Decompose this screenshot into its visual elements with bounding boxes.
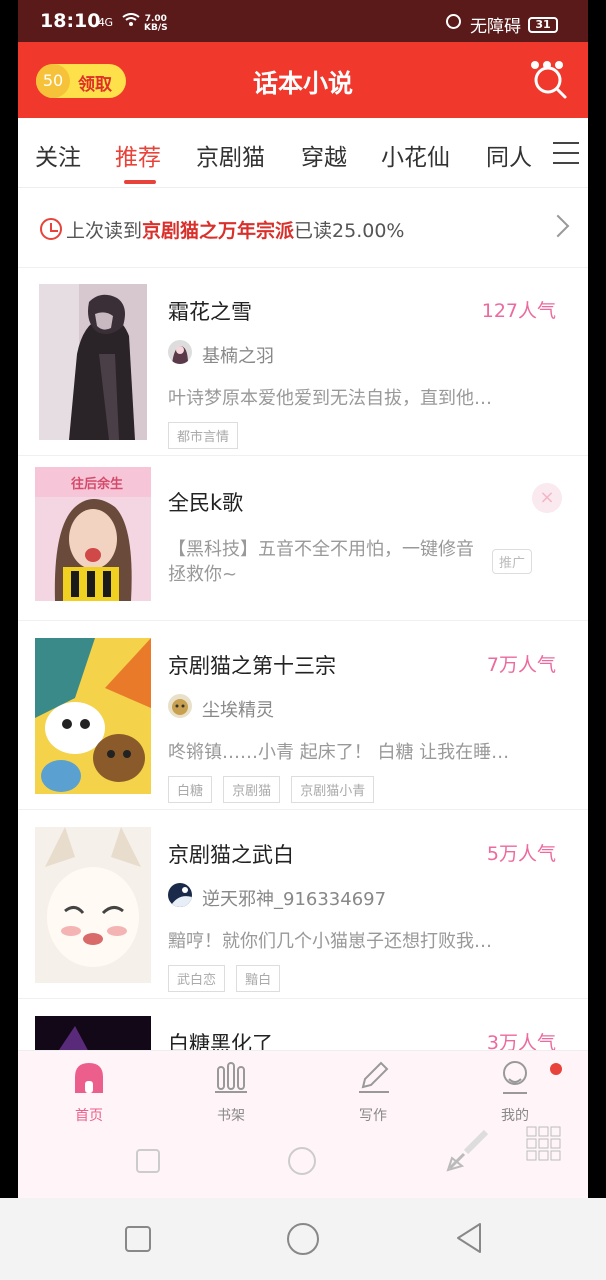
- app-header: 50 领取 话本小说: [18, 42, 588, 118]
- overlay-controls: [18, 1114, 588, 1198]
- list-item[interactable]: 霜花之雪 127人气 基楠之羽 叶诗梦原本爱他爱到无法自拔，直到他… 都市言情: [18, 268, 588, 456]
- close-icon[interactable]: ×: [532, 483, 562, 513]
- book-cover-image: [35, 638, 151, 794]
- tag-list: 武白恋 黯白: [168, 965, 286, 992]
- sponsored-badge: 推广: [492, 549, 533, 574]
- popularity-count: 127人气: [481, 300, 556, 322]
- tab-jingjumao[interactable]: 京剧猫: [196, 138, 265, 172]
- grid-icon[interactable]: [526, 1126, 562, 1162]
- page-title: 话本小说: [252, 69, 353, 98]
- search-button[interactable]: [527, 54, 573, 100]
- accessibility-label: 无障碍: [470, 17, 521, 37]
- square-icon[interactable]: [135, 1148, 161, 1174]
- ad-title: 全民k歌: [168, 491, 244, 515]
- rotation-lock-icon: [446, 14, 461, 29]
- author-name: 逆天邪神_916334697: [202, 889, 387, 910]
- tag-list: 都市言情: [168, 422, 244, 449]
- avatar: [168, 340, 192, 364]
- active-tab-indicator: [124, 180, 156, 184]
- popularity-count: 5万人气: [486, 843, 556, 865]
- menu-icon[interactable]: [553, 142, 579, 164]
- system-navigation-bar: [0, 1198, 606, 1280]
- author-name: 基楠之羽: [202, 346, 274, 367]
- list-item[interactable]: 京剧猫之武白 5万人气 逆天邪神_916334697 黯哼！就你们几个小猫崽子还…: [18, 811, 588, 999]
- tag[interactable]: 京剧猫小青: [291, 776, 375, 803]
- last-read-prefix: 上次读到: [66, 220, 143, 242]
- book-description: 黯哼！就你们几个小猫崽子还想打败我…: [168, 931, 492, 952]
- home-icon: [75, 1063, 103, 1093]
- magic-wand-icon[interactable]: [444, 1124, 494, 1174]
- pencil-icon: [359, 1061, 389, 1093]
- network-speed: 7.00 KB/S: [144, 15, 168, 33]
- speed-unit: KB/S: [144, 23, 168, 33]
- ad-cover-caption: 往后余生: [71, 477, 124, 492]
- tag-list: 白糖 京剧猫 京剧猫小青: [168, 776, 380, 803]
- notification-dot: [550, 1063, 562, 1075]
- tab-fanfic[interactable]: 同人: [486, 138, 532, 172]
- last-read-text: 上次读到京剧猫之万年宗派已读25.00%: [66, 216, 404, 243]
- search-icon: [534, 66, 567, 99]
- status-time: 18:10: [40, 10, 101, 32]
- network-indicator: 4G: [98, 16, 113, 29]
- clock-icon: [40, 218, 62, 240]
- home-circle-icon[interactable]: [286, 1222, 320, 1256]
- ad-item[interactable]: 往后余生 全民k歌 × 【黑科技】五音不全不用怕，一键修音拯救你~ 推广: [18, 457, 588, 621]
- book-description: 叶诗梦原本爱他爱到无法自拔，直到他…: [168, 388, 492, 409]
- book-title: 京剧猫之武白: [168, 843, 294, 867]
- last-read-banner[interactable]: 上次读到京剧猫之万年宗派已读25.00%: [18, 190, 588, 268]
- chevron-right-icon: [546, 214, 570, 238]
- bookshelf-icon: [215, 1062, 247, 1093]
- category-tabs: 关注 推荐 京剧猫 穿越 小花仙 同人: [18, 118, 588, 188]
- tag[interactable]: 武白恋: [168, 965, 226, 992]
- battery-indicator: 31: [528, 17, 558, 33]
- book-cover-image: [35, 827, 151, 983]
- ad-cover-image: 往后余生: [35, 467, 151, 601]
- tag[interactable]: 白糖: [168, 776, 213, 803]
- avatar: [168, 883, 192, 907]
- book-cover-image: [39, 284, 147, 440]
- last-read-progress: 已读25.00%: [294, 220, 405, 242]
- tab-recommend[interactable]: 推荐: [115, 138, 161, 172]
- app-screen: 18:10 4G 7.00 KB/S 无障碍 31 50 领取 话本小说 关注 …: [18, 0, 588, 1198]
- tag[interactable]: 都市言情: [168, 422, 239, 449]
- tab-time-travel[interactable]: 穿越: [301, 138, 347, 172]
- recent-apps-icon[interactable]: [124, 1225, 152, 1253]
- tag[interactable]: 黯白: [236, 965, 281, 992]
- status-bar: 18:10 4G 7.00 KB/S 无障碍 31: [18, 0, 588, 42]
- back-icon[interactable]: [454, 1222, 484, 1254]
- avatar: [168, 694, 192, 718]
- wifi-icon: [122, 12, 140, 31]
- author-name: 尘埃精灵: [202, 700, 274, 721]
- last-read-book: 京剧猫之万年宗派: [142, 220, 295, 242]
- circle-icon[interactable]: [287, 1146, 317, 1176]
- popularity-count: 7万人气: [486, 654, 556, 676]
- ad-description: 【黑科技】五音不全不用怕，一键修音拯救你~: [168, 539, 474, 585]
- profile-icon: [503, 1061, 527, 1094]
- book-title: 霜花之雪: [168, 300, 252, 324]
- list-item[interactable]: 京剧猫之第十三宗 7万人气 尘埃精灵 咚锵镇……小青 起床了！ 白糖 让我在睡……: [18, 622, 588, 810]
- tag[interactable]: 京剧猫: [223, 776, 281, 803]
- book-title: 京剧猫之第十三宗: [168, 654, 336, 678]
- tab-xiaohuaxian[interactable]: 小花仙: [381, 138, 450, 172]
- tab-follow[interactable]: 关注: [35, 138, 81, 172]
- book-description: 咚锵镇……小青 起床了！ 白糖 让我在睡…: [168, 742, 510, 763]
